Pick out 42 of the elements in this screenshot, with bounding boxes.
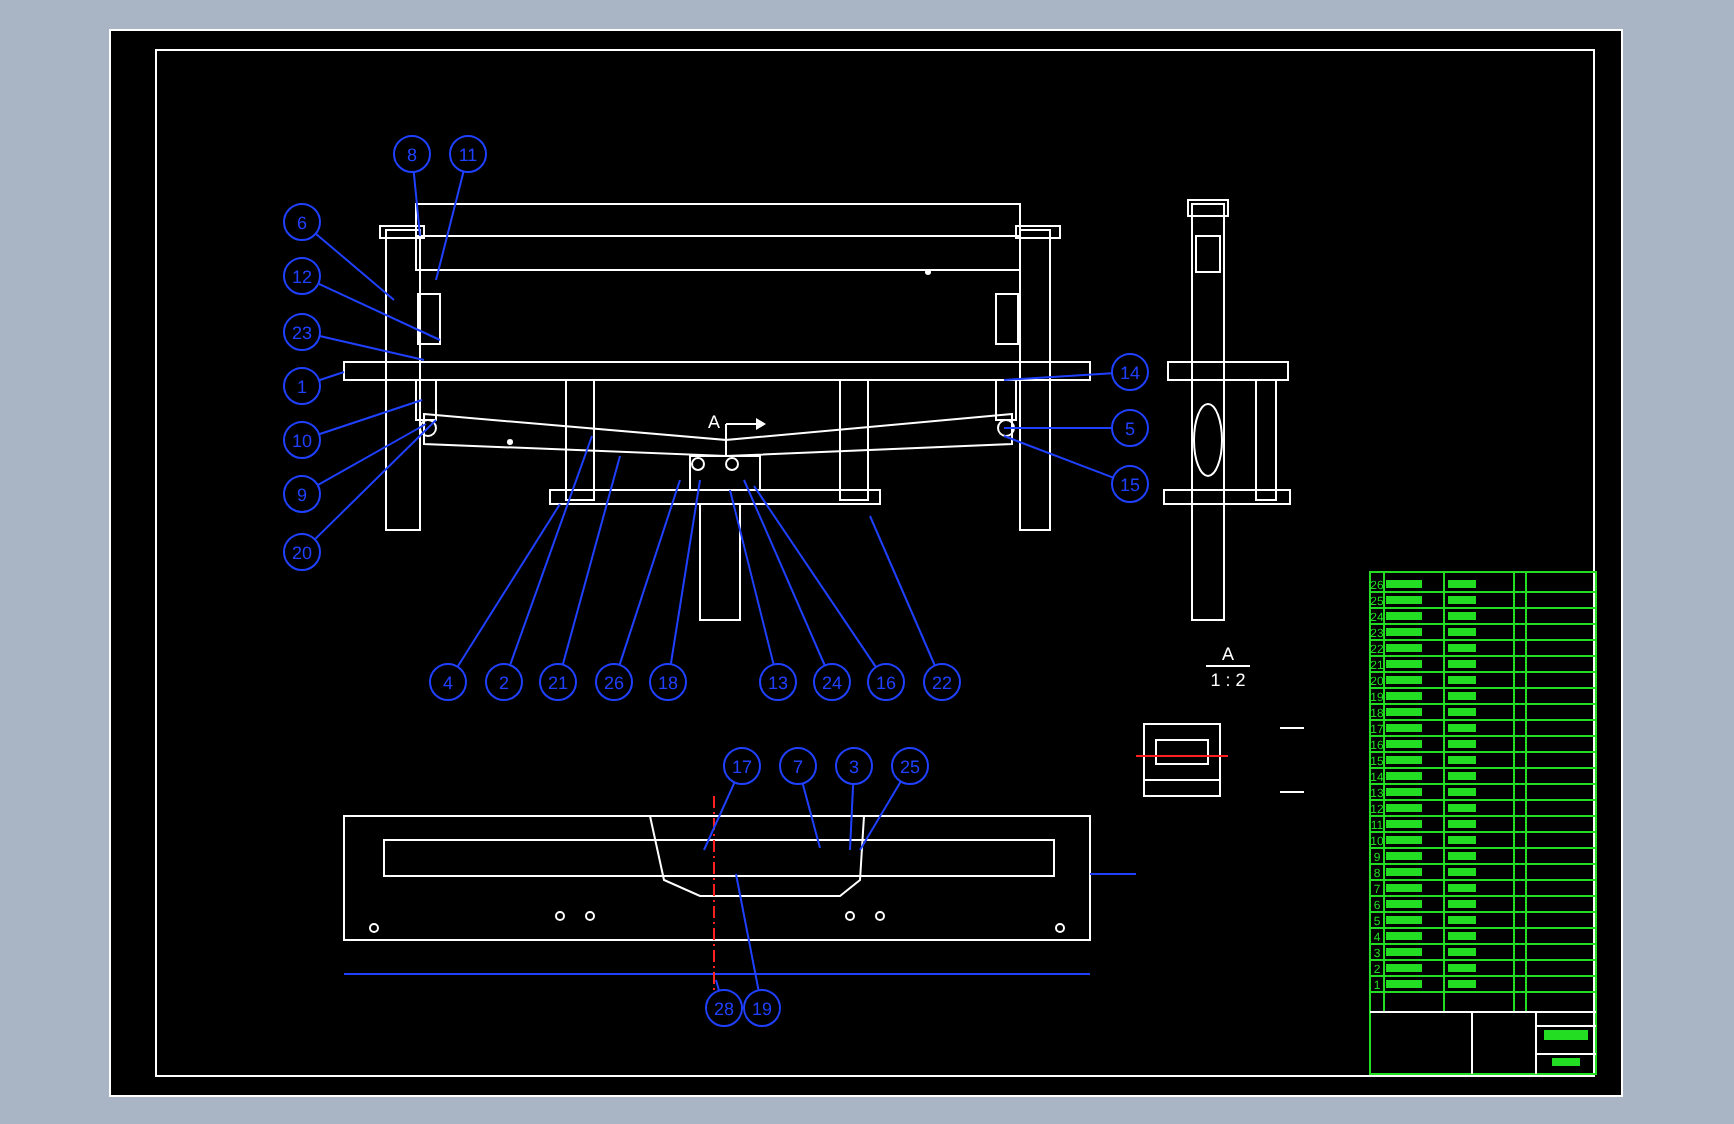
balloon-callout: 19 <box>743 989 781 1027</box>
balloon-callout: 21 <box>539 663 577 701</box>
leader-line <box>1003 435 1115 479</box>
balloon-callout: 14 <box>1111 353 1149 391</box>
balloon-callout: 22 <box>923 663 961 701</box>
balloon-callout: 10 <box>283 421 321 459</box>
balloon-callout: 9 <box>283 475 321 513</box>
balloon-callout: 3 <box>835 747 873 785</box>
balloon-callout: 12 <box>283 257 321 295</box>
balloon-callout: 16 <box>867 663 905 701</box>
balloon-callout: 25 <box>891 747 929 785</box>
balloon-callout: 8 <box>393 135 431 173</box>
balloon-callout: 24 <box>813 663 851 701</box>
balloon-callout: 13 <box>759 663 797 701</box>
leader-line <box>849 783 855 851</box>
balloon-callout: 28 <box>705 989 743 1027</box>
leader-line <box>1003 372 1114 381</box>
leader-line <box>318 371 345 382</box>
balloon-callout: 20 <box>283 533 321 571</box>
section-detail-drawing <box>1135 723 1229 797</box>
balloon-callout: 4 <box>429 663 467 701</box>
scale-label: 1 : 2 <box>1210 670 1246 690</box>
balloon-callout: 15 <box>1111 465 1149 503</box>
balloon-callout: 23 <box>283 313 321 351</box>
balloon-callout: 2 <box>485 663 523 701</box>
balloon-callout: 11 <box>449 135 487 173</box>
leader-line <box>715 979 721 992</box>
balloon-callout: 5 <box>1111 409 1149 447</box>
section-marker-drawing <box>725 418 766 445</box>
balloon-callout: 7 <box>779 747 817 785</box>
leader-line <box>703 781 736 851</box>
leader-line <box>412 170 421 237</box>
section-title: A <box>1222 644 1234 664</box>
balloon-callout: 17 <box>723 747 761 785</box>
leader-line <box>1003 427 1113 429</box>
balloon-callout: 26 <box>595 663 633 701</box>
balloon-callout: 1 <box>283 367 321 405</box>
leader-line <box>801 782 821 849</box>
leader-line <box>859 780 902 851</box>
section-label: A <box>707 412 720 432</box>
balloon-callout: 18 <box>649 663 687 701</box>
balloon-callout: 6 <box>283 203 321 241</box>
